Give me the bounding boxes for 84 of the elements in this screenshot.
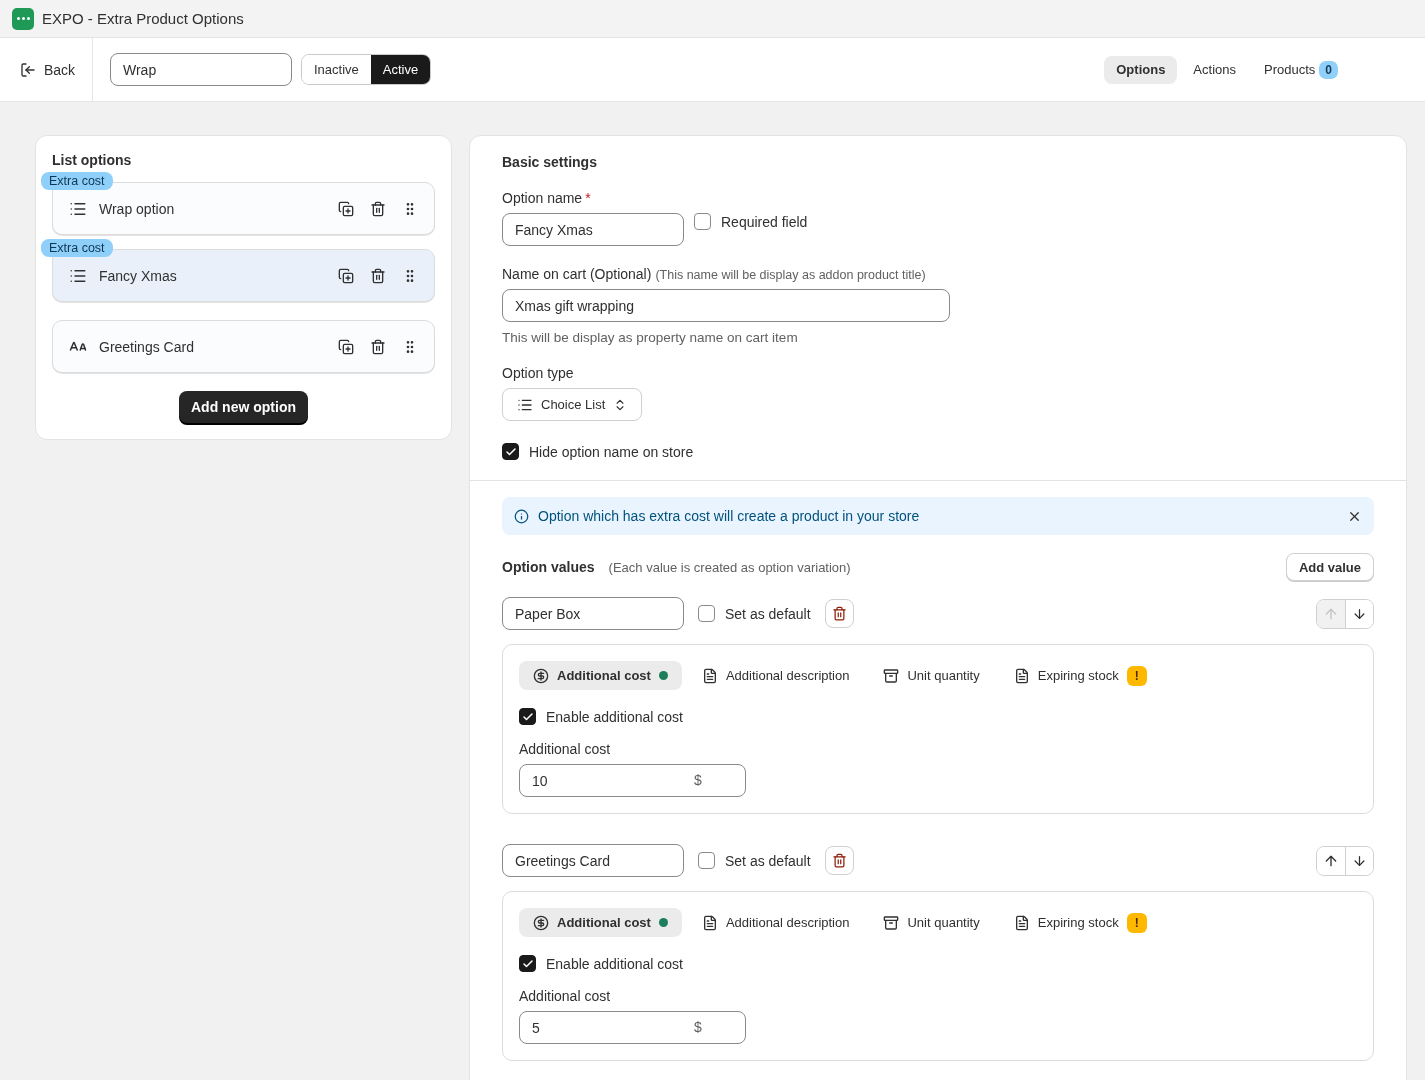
- delete-icon[interactable]: [370, 200, 386, 217]
- field-label: Name on cart (Optional): [502, 266, 652, 282]
- option-label: Fancy Xmas: [99, 267, 178, 284]
- nav-tab[interactable]: Products 0: [1252, 55, 1350, 84]
- delete-button[interactable]: [824, 599, 854, 628]
- check-icon: [521, 710, 534, 723]
- field-label: Additional cost: [519, 988, 611, 1004]
- option-label: Greetings Card: [99, 338, 195, 355]
- checkbox-label: Required field: [721, 213, 808, 230]
- extra-cost-badge: Extra cost: [41, 172, 113, 190]
- back-button[interactable]: Back: [0, 38, 93, 101]
- app-title: EXPO - Extra Product Options: [42, 10, 244, 27]
- value-name-field[interactable]: Greetings Card: [502, 844, 684, 877]
- field-label: Option name: [502, 190, 583, 206]
- check-icon: [504, 445, 517, 458]
- section-title: Basic settings: [502, 154, 598, 170]
- settings-tab[interactable]: Additional cost: [519, 908, 682, 937]
- nav-tab[interactable]: Actions: [1181, 55, 1248, 84]
- name-field[interactable]: Wrap: [110, 53, 292, 86]
- delete-icon[interactable]: [370, 338, 386, 355]
- checkbox[interactable]: [698, 852, 715, 869]
- add-value-button[interactable]: Add value: [1285, 553, 1374, 581]
- move-down-button[interactable]: [1345, 599, 1373, 628]
- section-title: Option values: [502, 559, 595, 575]
- app-logo: [12, 7, 34, 30]
- duplicate-icon[interactable]: [338, 267, 354, 284]
- trash-icon: [831, 853, 847, 868]
- move-down-button[interactable]: [1345, 846, 1373, 875]
- checkbox-label: Hide option name on store: [529, 443, 694, 460]
- warning-badge: !: [1126, 665, 1147, 686]
- settings-tab[interactable]: Additional description: [687, 908, 864, 937]
- document-icon: [701, 914, 718, 931]
- field-label: Option type: [502, 365, 574, 381]
- settings-tab[interactable]: Expiring stock !: [999, 661, 1161, 690]
- checkbox[interactable]: [694, 213, 711, 230]
- dollar-icon: [533, 667, 549, 684]
- option-item[interactable]: Greetings Card: [52, 320, 435, 373]
- currency-symbol: $: [694, 1019, 702, 1035]
- count-badge: 0: [1319, 60, 1338, 79]
- checkbox-label: Set as default: [725, 605, 811, 622]
- checkbox[interactable]: [519, 955, 536, 972]
- option-label: Wrap option: [99, 200, 176, 217]
- status-toggle[interactable]: Active: [370, 55, 431, 84]
- checkbox-label: Set as default: [725, 852, 811, 869]
- settings-tab[interactable]: Unit quantity: [869, 908, 994, 937]
- exit-icon: [20, 61, 36, 78]
- checkbox[interactable]: [502, 443, 519, 460]
- banner-text: Option which has extra cost will create a product in your store: [538, 508, 921, 524]
- add-option-button[interactable]: Add new option: [179, 391, 308, 423]
- section-note: (Each value is created as option variation): [608, 559, 851, 575]
- check-icon: [521, 957, 534, 970]
- info-icon: [514, 508, 529, 524]
- currency-symbol: $: [694, 772, 702, 788]
- document-icon: [701, 667, 718, 684]
- field-hint: (This name will be display as addon product title): [655, 268, 926, 282]
- checkbox-label: Enable additional cost: [546, 955, 683, 972]
- option-name-field[interactable]: Fancy Xmas: [502, 213, 684, 246]
- extra-cost-badge: Extra cost: [41, 239, 113, 257]
- delete-button[interactable]: [824, 846, 854, 875]
- settings-tab[interactable]: Expiring stock !: [999, 908, 1161, 937]
- delete-icon[interactable]: [370, 267, 386, 284]
- duplicate-icon[interactable]: [338, 200, 354, 217]
- required-mark: *: [585, 190, 591, 206]
- section-title: List options: [52, 152, 133, 168]
- document-icon: [1013, 667, 1030, 684]
- trash-icon: [831, 606, 847, 621]
- checkbox[interactable]: [698, 605, 715, 622]
- archive-icon: [883, 667, 900, 684]
- help-text: This will be display as property name on cart item: [502, 330, 799, 345]
- value-name-field[interactable]: Paper Box: [502, 597, 684, 630]
- nav-tab[interactable]: Options: [1104, 55, 1178, 84]
- cart-name-field[interactable]: Xmas gift wrapping: [502, 289, 950, 322]
- checkbox-label: Enable additional cost: [546, 708, 683, 725]
- archive-icon: [883, 914, 900, 931]
- settings-tab[interactable]: Additional cost: [519, 661, 682, 690]
- warning-badge: !: [1126, 912, 1147, 933]
- field-label: Additional cost: [519, 741, 611, 757]
- settings-tab[interactable]: Additional description: [687, 661, 864, 690]
- settings-tab[interactable]: Unit quantity: [869, 661, 994, 690]
- checkbox[interactable]: [519, 708, 536, 725]
- option-type-select[interactable]: Choice List: [502, 388, 643, 421]
- duplicate-icon[interactable]: [338, 338, 354, 355]
- document-icon: [1013, 914, 1030, 931]
- dollar-icon: [533, 914, 549, 931]
